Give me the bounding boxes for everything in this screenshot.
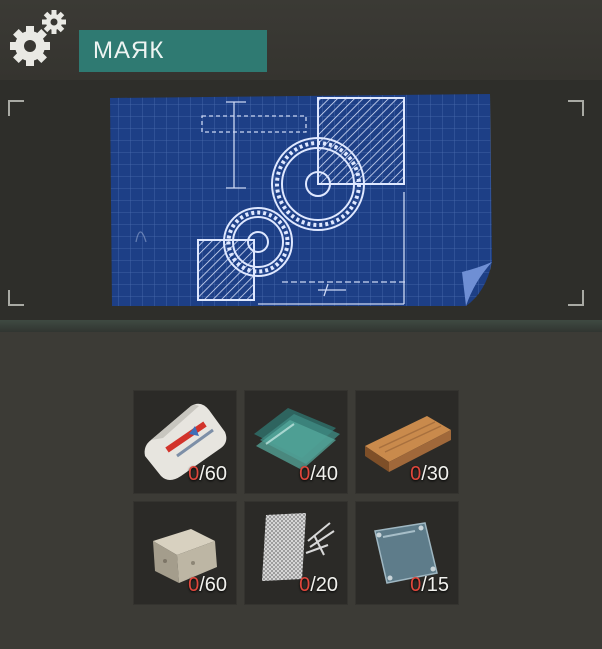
resource-slot-cement[interactable]: 0/60: [133, 390, 237, 494]
resource-slot-plank[interactable]: 0/30: [355, 390, 459, 494]
blueprint-preview: [0, 80, 602, 320]
resource-count: 0/40: [299, 463, 338, 485]
frame-corner: [8, 290, 24, 306]
frame-corner: [568, 100, 584, 116]
resource-count: 0/60: [188, 463, 227, 485]
resource-slot-plate[interactable]: 0/15: [355, 501, 459, 605]
resource-count: 0/60: [188, 574, 227, 596]
resource-grid: 0/60 0/40 0/30 0/60 0/20 0/15: [133, 390, 459, 605]
blueprint-image: [110, 94, 492, 306]
section-divider: [0, 320, 602, 332]
resource-slot-mesh[interactable]: 0/20: [244, 501, 348, 605]
building-title: МАЯК: [79, 30, 267, 72]
resource-count: 0/30: [410, 463, 449, 485]
resource-count: 0/15: [410, 574, 449, 596]
resource-slot-stone[interactable]: 0/60: [133, 501, 237, 605]
header-bar: МАЯК: [0, 0, 602, 80]
resource-count: 0/20: [299, 574, 338, 596]
frame-corner: [568, 290, 584, 306]
resource-slot-glass[interactable]: 0/40: [244, 390, 348, 494]
gears-icon: [10, 10, 66, 66]
frame-corner: [8, 100, 24, 116]
